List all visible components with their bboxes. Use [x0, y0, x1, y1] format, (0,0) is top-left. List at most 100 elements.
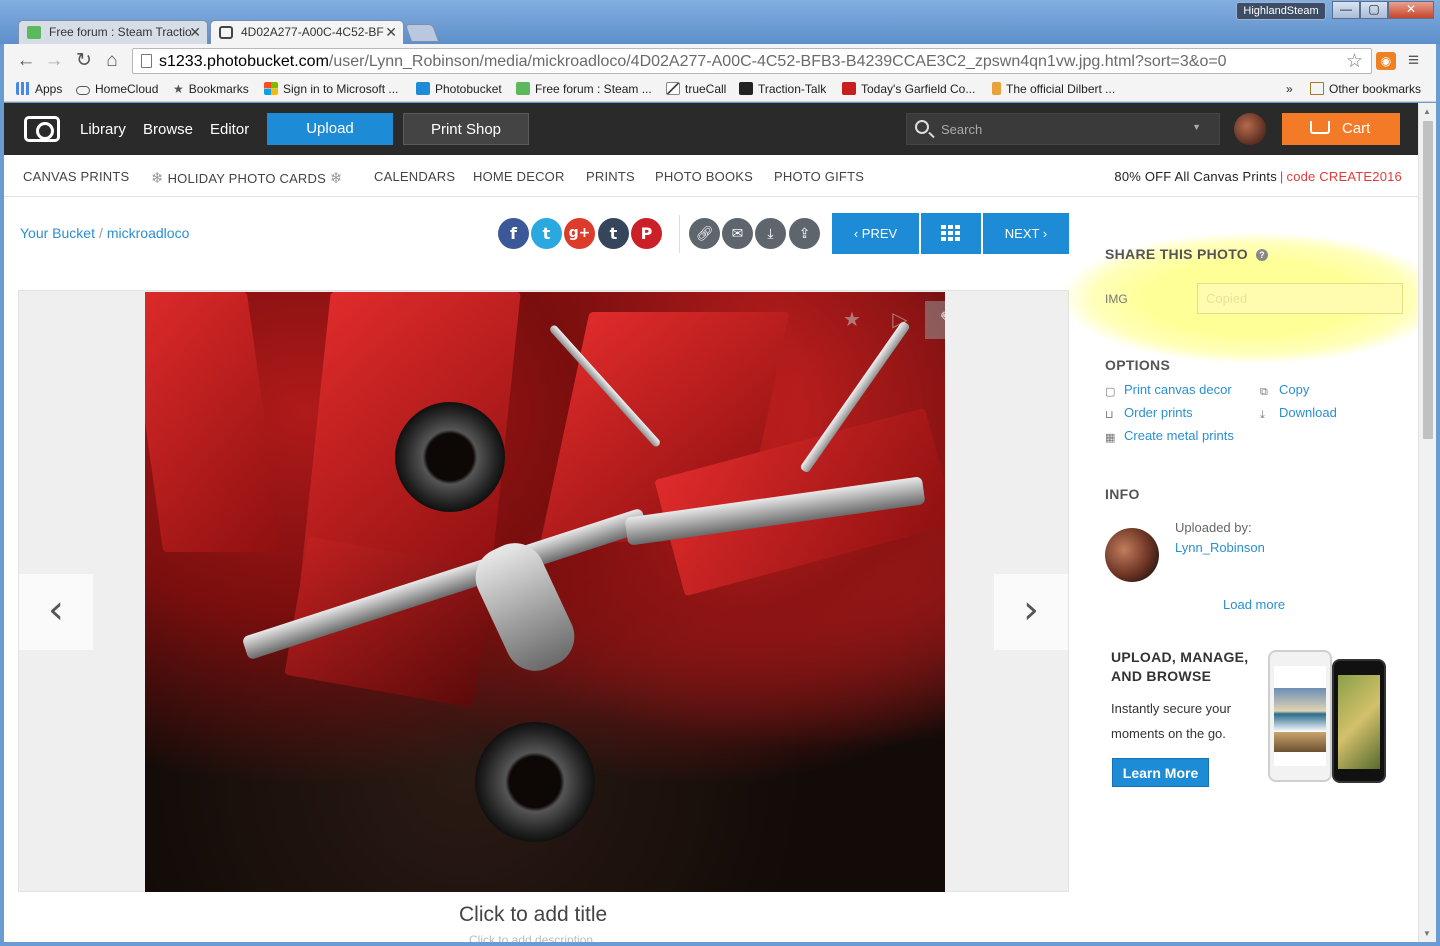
google-plus-icon[interactable]: g+ — [564, 218, 595, 249]
garfield-icon — [842, 82, 856, 95]
nav-browse[interactable]: Browse — [143, 121, 193, 138]
profile-badge[interactable]: HighlandSteam — [1236, 2, 1326, 20]
tumblr-icon[interactable]: t — [598, 218, 629, 249]
tab-forum[interactable]: Free forum : Steam Tractio ✕ — [18, 20, 208, 44]
uploader-link[interactable]: Lynn_Robinson — [1175, 540, 1265, 555]
photobucket-logo-icon[interactable] — [24, 116, 60, 142]
bookmark-traction-talk[interactable]: Traction-Talk — [739, 82, 826, 96]
bookmark-label: Apps — [35, 82, 63, 96]
download-link[interactable]: ⤓ Download — [1260, 405, 1337, 421]
photo-detail — [475, 722, 595, 842]
star-icon[interactable]: ★ — [829, 301, 875, 339]
subnav-photo-gifts[interactable]: PHOTO GIFTS — [774, 169, 864, 184]
bookmark-apps[interactable]: Apps — [16, 82, 62, 96]
nav-library[interactable]: Library — [80, 121, 126, 138]
facebook-icon[interactable]: f — [498, 218, 529, 249]
close-icon[interactable]: ✕ — [385, 24, 397, 41]
back-arrow-icon[interactable]: ← — [14, 50, 38, 72]
bookmark-label: Sign in to Microsoft ... — [283, 82, 399, 96]
subnav-photo-books[interactable]: PHOTO BOOKS — [655, 169, 753, 184]
bookmark-garfield[interactable]: Today's Garfield Co... — [842, 82, 975, 96]
bookmark-bookmarks[interactable]: ★ Bookmarks — [173, 82, 249, 96]
tab-photo[interactable]: 4D02A277-A00C-4C52-BF ✕ — [210, 20, 404, 44]
microsoft-icon — [264, 82, 278, 95]
close-icon[interactable]: ✕ — [189, 24, 201, 41]
address-bar[interactable]: s1233.photobucket.com/user/Lynn_Robinson… — [132, 48, 1372, 74]
bookmark-other[interactable]: Other bookmarks — [1310, 82, 1421, 96]
chevron-down-icon[interactable]: ▼ — [1192, 122, 1201, 132]
photo-actions: ★ ▷ ✎ ⊕ ⚙ — [829, 301, 945, 339]
search-box[interactable]: Search ▼ — [906, 113, 1220, 145]
copy-link[interactable]: ⧉ Copy — [1260, 382, 1309, 398]
bookmark-microsoft[interactable]: Sign in to Microsoft ... — [264, 82, 398, 96]
order-prints-link[interactable]: ⊔ Order prints — [1105, 405, 1193, 421]
bookmark-homecloud[interactable]: HomeCloud — [76, 82, 158, 96]
metal-prints-link[interactable]: ▦ Create metal prints — [1105, 428, 1234, 444]
subnav-canvas-prints[interactable]: CANVAS PRINTS — [23, 169, 129, 184]
previous-photo-arrow-icon[interactable]: ‹ — [19, 574, 93, 650]
share-icon[interactable]: ⇪ — [789, 218, 820, 249]
search-input[interactable]: Search — [941, 122, 982, 137]
load-more-link[interactable]: Load more — [1223, 597, 1285, 612]
bookmark-photobucket[interactable]: Photobucket — [416, 82, 502, 96]
nav-editor[interactable]: Editor — [210, 121, 249, 138]
url-text: s1233.photobucket.com/user/Lynn_Robinson… — [159, 53, 1227, 71]
metal-icon: ▦ — [1105, 432, 1116, 444]
breadcrumb-album[interactable]: mickroadloco — [107, 225, 189, 241]
bookmark-label: Traction-Talk — [758, 82, 827, 96]
grid-view-button[interactable] — [921, 213, 981, 254]
close-window-icon[interactable]: ✕ — [1388, 1, 1434, 19]
browser-menu-icon[interactable]: ≡ — [1408, 50, 1419, 72]
new-tab-button[interactable] — [404, 24, 440, 42]
subnav-home-decor[interactable]: HOME DECOR — [473, 169, 565, 184]
page-scrollbar[interactable]: ▲ ▼ — [1418, 103, 1436, 942]
prev-button[interactable]: ‹ PREV — [832, 213, 919, 254]
cart-button[interactable]: Cart — [1282, 113, 1400, 145]
subnav-calendars[interactable]: CALENDARS — [374, 169, 455, 184]
extension-icon[interactable]: ◉ — [1376, 52, 1396, 70]
home-icon[interactable]: ⌂ — [100, 50, 124, 72]
upload-button[interactable]: Upload — [267, 113, 393, 145]
scroll-down-icon[interactable]: ▼ — [1423, 929, 1431, 938]
maximize-icon[interactable]: ▢ — [1360, 1, 1388, 19]
help-icon[interactable]: ? — [1256, 249, 1269, 261]
more-bookmarks-chevron[interactable]: » — [1286, 82, 1293, 96]
bookmark-forum[interactable]: Free forum : Steam ... — [516, 82, 652, 96]
truecall-icon — [666, 82, 680, 95]
photo-title[interactable]: Click to add title — [459, 903, 607, 927]
main-photo[interactable]: ★ ▷ ✎ ⊕ ⚙ — [145, 292, 945, 892]
share-heading-label: SHARE THIS PHOTO — [1105, 246, 1249, 262]
scroll-up-icon[interactable]: ▲ — [1423, 107, 1431, 116]
photo-description[interactable]: Click to add description — [469, 933, 593, 942]
cloud-icon — [76, 86, 90, 95]
learn-more-button[interactable]: Learn More — [1112, 758, 1209, 787]
twitter-icon[interactable]: t — [531, 218, 562, 249]
scroll-thumb[interactable] — [1423, 121, 1433, 439]
subnav-prints[interactable]: PRINTS — [586, 169, 635, 184]
bookmark-truecall[interactable]: trueCall — [666, 82, 726, 96]
next-photo-arrow-icon[interactable]: › — [994, 574, 1068, 650]
bookmark-star-icon[interactable]: ☆ — [1346, 50, 1363, 73]
link-icon[interactable]: 🔗︎ — [689, 218, 720, 249]
email-icon[interactable]: ✉ — [722, 218, 753, 249]
breadcrumb-root[interactable]: Your Bucket — [20, 225, 95, 241]
minimize-icon[interactable]: — — [1332, 1, 1360, 19]
reload-icon[interactable]: ↻ — [72, 50, 96, 72]
share-code-input[interactable] — [1197, 283, 1403, 314]
download-icon[interactable]: ⤓ — [755, 218, 786, 249]
phone-image — [1332, 659, 1386, 783]
print-shop-button[interactable]: Print Shop — [403, 113, 529, 145]
print-canvas-link[interactable]: ▢ Print canvas decor — [1105, 382, 1232, 398]
avatar[interactable] — [1234, 113, 1266, 145]
forward-arrow-icon[interactable]: → — [42, 50, 66, 72]
slideshow-icon[interactable]: ▷ — [877, 301, 923, 339]
bookmark-dilbert[interactable]: The official Dilbert ... — [992, 82, 1115, 96]
img-label: IMG — [1105, 292, 1128, 306]
promo-banner[interactable]: 80% OFF All Canvas Prints | code CREATE201… — [1114, 169, 1402, 184]
subnav-holiday-cards[interactable]: ❄ HOLIDAY PHOTO CARDS ❄ — [151, 169, 343, 187]
edit-icon[interactable]: ✎ — [925, 301, 945, 339]
next-button[interactable]: NEXT › — [983, 213, 1069, 254]
pinterest-icon[interactable]: P — [631, 218, 662, 249]
avatar[interactable] — [1105, 528, 1159, 582]
promo-title: UPLOAD, MANAGE, AND BROWSE — [1111, 649, 1249, 684]
